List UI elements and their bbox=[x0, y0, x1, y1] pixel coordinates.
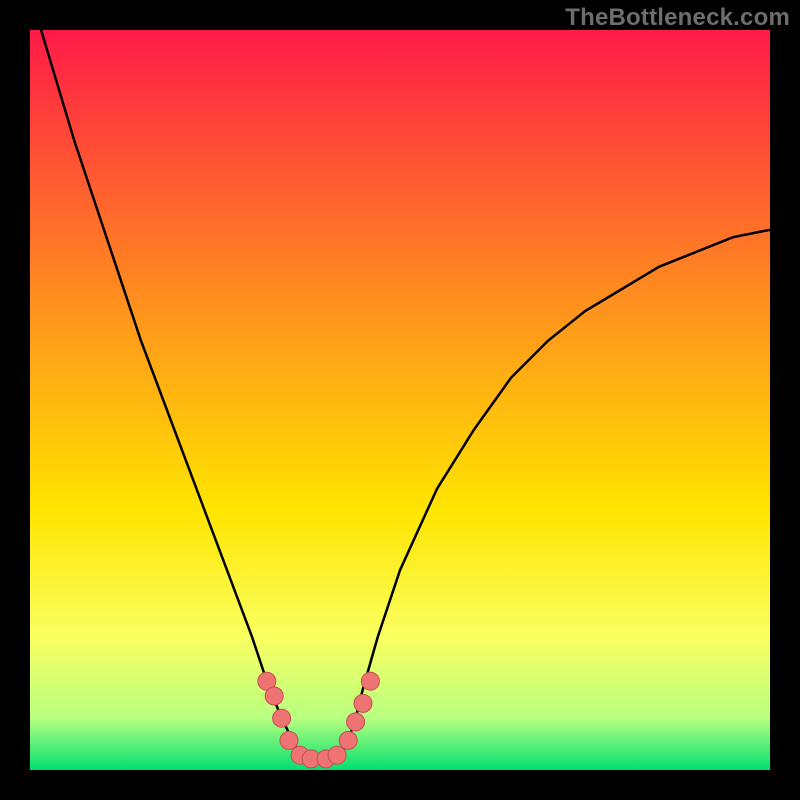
data-marker bbox=[328, 746, 346, 764]
plot-area bbox=[30, 30, 770, 770]
watermark-text: TheBottleneck.com bbox=[565, 4, 790, 32]
gradient-background bbox=[30, 30, 770, 770]
chart-svg bbox=[30, 30, 770, 770]
data-marker bbox=[265, 687, 283, 705]
data-marker bbox=[273, 709, 291, 727]
data-marker bbox=[280, 731, 298, 749]
data-marker bbox=[339, 731, 357, 749]
data-marker bbox=[354, 694, 372, 712]
data-marker bbox=[347, 713, 365, 731]
data-marker bbox=[361, 672, 379, 690]
chart-frame: TheBottleneck.com bbox=[0, 0, 800, 800]
